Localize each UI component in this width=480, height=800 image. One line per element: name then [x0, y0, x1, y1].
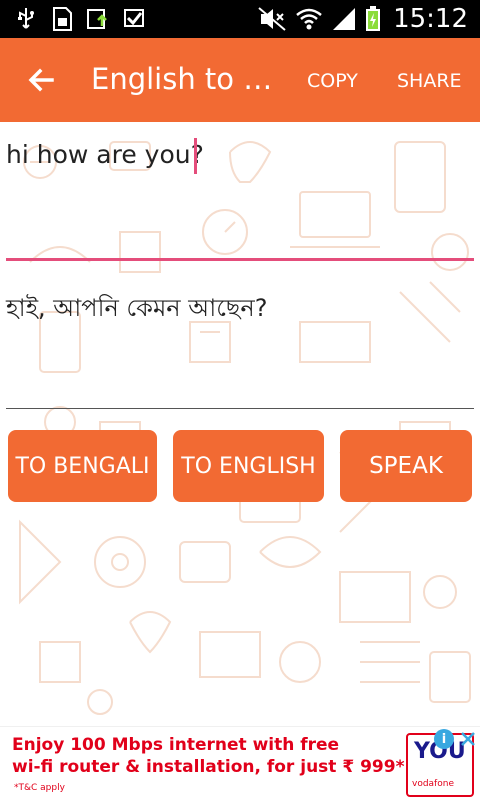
source-text-input[interactable]: hi how are you?: [6, 140, 204, 169]
page-title: English to Bengali Translator: [91, 62, 281, 96]
ad-headline-line1: Enjoy 100 Mbps internet with free: [12, 735, 340, 755]
status-bar: 15:12: [0, 0, 480, 38]
check-icon: [124, 9, 144, 27]
upload-icon: [87, 9, 107, 29]
share-button[interactable]: SHARE: [397, 70, 462, 92]
ad-terms: *T&C apply: [14, 783, 65, 793]
mute-icon: [258, 7, 286, 31]
app-bar: English to Bengali Translator COPY SHARE: [0, 38, 480, 122]
output-underline: [6, 408, 474, 409]
to-english-button[interactable]: TO ENGLISH: [173, 430, 324, 502]
signal-icon: [333, 8, 356, 30]
sim-icon: [53, 7, 72, 31]
translated-text-output[interactable]: হাই, আপনি কেমন আছেন?: [6, 290, 267, 330]
ad-headline-line2: wi-fi router & installation, for just ₹ …: [12, 757, 405, 777]
doodle-background: [0, 122, 480, 726]
usb-icon: [18, 8, 34, 29]
ad-banner[interactable]: Enjoy 100 Mbps internet with free wi-fi …: [0, 726, 480, 800]
copy-button[interactable]: COPY: [307, 70, 358, 92]
doodle-pattern: [19, 141, 471, 715]
wifi-icon: [296, 8, 322, 30]
to-bengali-button[interactable]: TO BENGALI: [8, 430, 157, 502]
ad-info-icon[interactable]: i: [434, 729, 454, 749]
battery-icon: [366, 6, 381, 31]
close-icon[interactable]: [458, 729, 478, 749]
ad-brand: vodafone: [412, 779, 454, 789]
text-cursor: [194, 138, 197, 174]
speak-button[interactable]: SPEAK: [340, 430, 472, 502]
arrow-back-icon[interactable]: [22, 60, 62, 100]
source-input-underline: [6, 258, 474, 261]
clock: 15:12: [393, 4, 468, 34]
